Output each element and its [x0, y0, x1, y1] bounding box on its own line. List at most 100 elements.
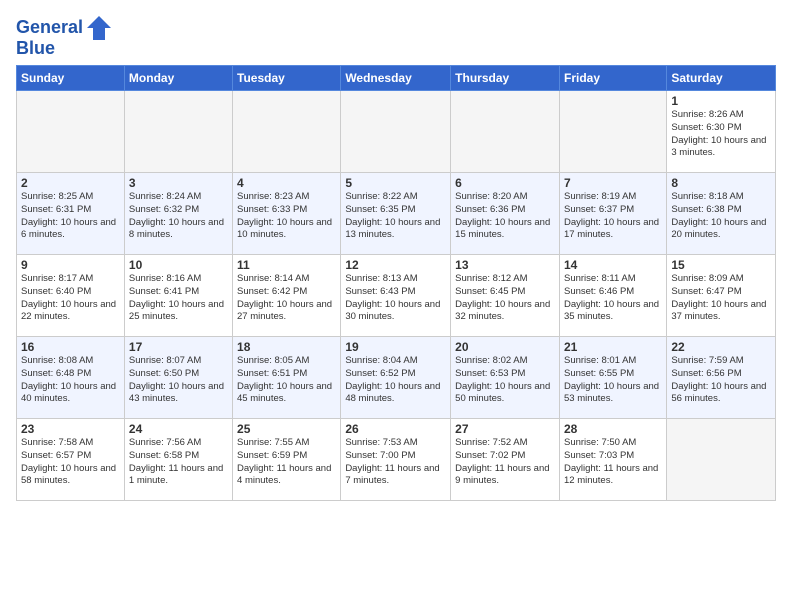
day-number: 24	[129, 422, 228, 436]
header-monday: Monday	[124, 66, 232, 91]
calendar-day-cell	[233, 91, 341, 173]
calendar-day-cell: 3Sunrise: 8:24 AM Sunset: 6:32 PM Daylig…	[124, 173, 232, 255]
page-container: General Blue Sunday Monday Tuesday Wedne…	[0, 0, 792, 511]
calendar-header-row: Sunday Monday Tuesday Wednesday Thursday…	[17, 66, 776, 91]
day-number: 15	[671, 258, 771, 272]
day-number: 18	[237, 340, 336, 354]
logo-text: General	[16, 18, 83, 38]
header-thursday: Thursday	[451, 66, 560, 91]
calendar-table: Sunday Monday Tuesday Wednesday Thursday…	[16, 65, 776, 501]
calendar-week-row: 16Sunrise: 8:08 AM Sunset: 6:48 PM Dayli…	[17, 337, 776, 419]
day-number: 22	[671, 340, 771, 354]
day-number: 3	[129, 176, 228, 190]
day-number: 26	[345, 422, 446, 436]
header-friday: Friday	[559, 66, 666, 91]
logo-icon	[85, 14, 113, 42]
calendar-day-cell: 20Sunrise: 8:02 AM Sunset: 6:53 PM Dayli…	[451, 337, 560, 419]
calendar-day-cell: 12Sunrise: 8:13 AM Sunset: 6:43 PM Dayli…	[341, 255, 451, 337]
calendar-week-row: 9Sunrise: 8:17 AM Sunset: 6:40 PM Daylig…	[17, 255, 776, 337]
day-info: Sunrise: 8:20 AM Sunset: 6:36 PM Dayligh…	[455, 191, 555, 242]
calendar-day-cell: 19Sunrise: 8:04 AM Sunset: 6:52 PM Dayli…	[341, 337, 451, 419]
day-info: Sunrise: 8:18 AM Sunset: 6:38 PM Dayligh…	[671, 191, 771, 242]
calendar-day-cell	[451, 91, 560, 173]
calendar-day-cell: 2Sunrise: 8:25 AM Sunset: 6:31 PM Daylig…	[17, 173, 125, 255]
calendar-day-cell: 10Sunrise: 8:16 AM Sunset: 6:41 PM Dayli…	[124, 255, 232, 337]
day-number: 16	[21, 340, 120, 354]
day-number: 20	[455, 340, 555, 354]
calendar-day-cell: 7Sunrise: 8:19 AM Sunset: 6:37 PM Daylig…	[559, 173, 666, 255]
calendar-day-cell: 28Sunrise: 7:50 AM Sunset: 7:03 PM Dayli…	[559, 419, 666, 501]
calendar-day-cell: 6Sunrise: 8:20 AM Sunset: 6:36 PM Daylig…	[451, 173, 560, 255]
day-info: Sunrise: 7:56 AM Sunset: 6:58 PM Dayligh…	[129, 437, 228, 488]
day-info: Sunrise: 8:26 AM Sunset: 6:30 PM Dayligh…	[671, 109, 771, 160]
header-tuesday: Tuesday	[233, 66, 341, 91]
calendar-day-cell: 17Sunrise: 8:07 AM Sunset: 6:50 PM Dayli…	[124, 337, 232, 419]
day-info: Sunrise: 8:04 AM Sunset: 6:52 PM Dayligh…	[345, 355, 446, 406]
day-info: Sunrise: 8:05 AM Sunset: 6:51 PM Dayligh…	[237, 355, 336, 406]
day-info: Sunrise: 8:23 AM Sunset: 6:33 PM Dayligh…	[237, 191, 336, 242]
day-number: 7	[564, 176, 662, 190]
calendar-day-cell: 11Sunrise: 8:14 AM Sunset: 6:42 PM Dayli…	[233, 255, 341, 337]
calendar-day-cell: 27Sunrise: 7:52 AM Sunset: 7:02 PM Dayli…	[451, 419, 560, 501]
day-info: Sunrise: 8:17 AM Sunset: 6:40 PM Dayligh…	[21, 273, 120, 324]
day-number: 27	[455, 422, 555, 436]
calendar-day-cell: 18Sunrise: 8:05 AM Sunset: 6:51 PM Dayli…	[233, 337, 341, 419]
calendar-day-cell: 13Sunrise: 8:12 AM Sunset: 6:45 PM Dayli…	[451, 255, 560, 337]
logo: General Blue	[16, 14, 113, 59]
day-info: Sunrise: 8:09 AM Sunset: 6:47 PM Dayligh…	[671, 273, 771, 324]
day-number: 9	[21, 258, 120, 272]
calendar-day-cell	[559, 91, 666, 173]
day-info: Sunrise: 8:22 AM Sunset: 6:35 PM Dayligh…	[345, 191, 446, 242]
calendar-week-row: 2Sunrise: 8:25 AM Sunset: 6:31 PM Daylig…	[17, 173, 776, 255]
day-number: 25	[237, 422, 336, 436]
calendar-day-cell: 14Sunrise: 8:11 AM Sunset: 6:46 PM Dayli…	[559, 255, 666, 337]
day-number: 14	[564, 258, 662, 272]
day-number: 28	[564, 422, 662, 436]
calendar-day-cell: 15Sunrise: 8:09 AM Sunset: 6:47 PM Dayli…	[667, 255, 776, 337]
calendar-day-cell: 21Sunrise: 8:01 AM Sunset: 6:55 PM Dayli…	[559, 337, 666, 419]
day-info: Sunrise: 8:11 AM Sunset: 6:46 PM Dayligh…	[564, 273, 662, 324]
day-number: 12	[345, 258, 446, 272]
day-number: 21	[564, 340, 662, 354]
header-saturday: Saturday	[667, 66, 776, 91]
calendar-day-cell: 23Sunrise: 7:58 AM Sunset: 6:57 PM Dayli…	[17, 419, 125, 501]
header-sunday: Sunday	[17, 66, 125, 91]
day-number: 11	[237, 258, 336, 272]
day-info: Sunrise: 8:07 AM Sunset: 6:50 PM Dayligh…	[129, 355, 228, 406]
day-info: Sunrise: 8:14 AM Sunset: 6:42 PM Dayligh…	[237, 273, 336, 324]
day-number: 23	[21, 422, 120, 436]
calendar-week-row: 23Sunrise: 7:58 AM Sunset: 6:57 PM Dayli…	[17, 419, 776, 501]
calendar-day-cell	[124, 91, 232, 173]
calendar-day-cell: 8Sunrise: 8:18 AM Sunset: 6:38 PM Daylig…	[667, 173, 776, 255]
calendar-day-cell: 5Sunrise: 8:22 AM Sunset: 6:35 PM Daylig…	[341, 173, 451, 255]
header-wednesday: Wednesday	[341, 66, 451, 91]
day-number: 19	[345, 340, 446, 354]
day-info: Sunrise: 7:52 AM Sunset: 7:02 PM Dayligh…	[455, 437, 555, 488]
calendar-day-cell	[667, 419, 776, 501]
calendar-day-cell: 26Sunrise: 7:53 AM Sunset: 7:00 PM Dayli…	[341, 419, 451, 501]
day-number: 10	[129, 258, 228, 272]
day-number: 4	[237, 176, 336, 190]
day-number: 17	[129, 340, 228, 354]
calendar-day-cell	[341, 91, 451, 173]
day-number: 2	[21, 176, 120, 190]
header: General Blue	[16, 10, 776, 59]
day-info: Sunrise: 8:13 AM Sunset: 6:43 PM Dayligh…	[345, 273, 446, 324]
day-info: Sunrise: 8:12 AM Sunset: 6:45 PM Dayligh…	[455, 273, 555, 324]
day-number: 1	[671, 94, 771, 108]
calendar-day-cell: 22Sunrise: 7:59 AM Sunset: 6:56 PM Dayli…	[667, 337, 776, 419]
day-number: 13	[455, 258, 555, 272]
day-info: Sunrise: 7:53 AM Sunset: 7:00 PM Dayligh…	[345, 437, 446, 488]
calendar-day-cell: 9Sunrise: 8:17 AM Sunset: 6:40 PM Daylig…	[17, 255, 125, 337]
day-number: 8	[671, 176, 771, 190]
day-number: 6	[455, 176, 555, 190]
day-info: Sunrise: 7:58 AM Sunset: 6:57 PM Dayligh…	[21, 437, 120, 488]
calendar-day-cell: 24Sunrise: 7:56 AM Sunset: 6:58 PM Dayli…	[124, 419, 232, 501]
day-info: Sunrise: 8:02 AM Sunset: 6:53 PM Dayligh…	[455, 355, 555, 406]
calendar-day-cell: 25Sunrise: 7:55 AM Sunset: 6:59 PM Dayli…	[233, 419, 341, 501]
day-info: Sunrise: 8:08 AM Sunset: 6:48 PM Dayligh…	[21, 355, 120, 406]
calendar-day-cell: 4Sunrise: 8:23 AM Sunset: 6:33 PM Daylig…	[233, 173, 341, 255]
day-info: Sunrise: 8:16 AM Sunset: 6:41 PM Dayligh…	[129, 273, 228, 324]
calendar-day-cell: 1Sunrise: 8:26 AM Sunset: 6:30 PM Daylig…	[667, 91, 776, 173]
calendar-day-cell	[17, 91, 125, 173]
